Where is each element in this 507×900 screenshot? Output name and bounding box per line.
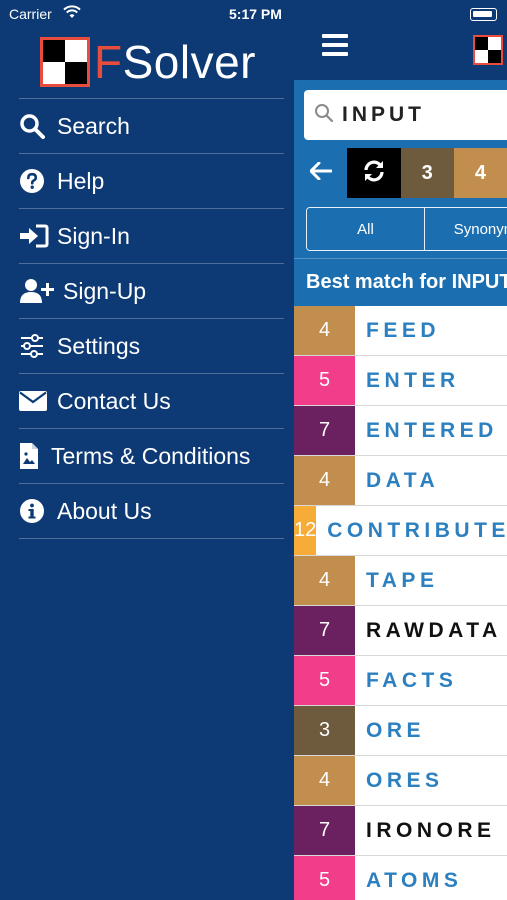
result-row[interactable]: 4 DATA — [294, 456, 507, 506]
hamburger-menu-icon[interactable] — [322, 34, 348, 56]
document-icon — [19, 442, 51, 470]
clock: 5:17 PM — [229, 6, 282, 22]
results-list: 4 FEED 5 ENTER 7 ENTERED 4 DATA 12 CONTRIBUTE 4 TAP… — [294, 306, 507, 900]
length-tab-4[interactable]: 4 — [453, 148, 507, 198]
letter-count-badge: 4 — [294, 556, 355, 605]
app-logo-icon — [473, 35, 503, 65]
letter-count-badge: 12 — [294, 506, 317, 555]
app-title-rest: Solver — [122, 36, 256, 88]
result-word: ENTERED — [366, 418, 498, 442]
help-circle-icon — [19, 168, 57, 194]
arrow-left-icon — [309, 161, 333, 185]
carrier-label: Carrier — [9, 6, 52, 22]
result-row[interactable]: 4 TAPE — [294, 556, 507, 606]
result-row[interactable]: 7 IRONORE — [294, 806, 507, 856]
result-word: DATA — [366, 468, 440, 492]
result-row[interactable]: 4 ORES — [294, 756, 507, 806]
result-row[interactable]: 5 ENTER — [294, 356, 507, 406]
result-word: IRONORE — [366, 818, 496, 842]
user-plus-icon — [19, 278, 63, 304]
search-icon — [19, 113, 57, 139]
refresh-button[interactable] — [347, 148, 401, 198]
battery-icon — [470, 8, 497, 21]
menu-item-sign-up[interactable]: Sign-Up — [19, 264, 284, 319]
menu-item-label: Search — [57, 112, 130, 139]
search-bar — [294, 80, 507, 148]
letter-count-badge: 4 — [294, 306, 355, 355]
result-row[interactable]: 5 ATOMS — [294, 856, 507, 900]
letter-count-badge: 7 — [294, 406, 355, 455]
letter-count-badge: 4 — [294, 756, 355, 805]
result-word: ORES — [366, 768, 444, 792]
filter-segmented-control: All Synonym — [306, 207, 507, 251]
menu-item-label: Help — [57, 167, 105, 194]
result-row[interactable]: 7 ENTERED — [294, 406, 507, 456]
result-word: RAWDATA — [366, 618, 502, 642]
letter-count-badge: 5 — [294, 356, 355, 405]
menu-item-settings[interactable]: Settings — [19, 319, 284, 374]
letter-count-badge: 7 — [294, 806, 355, 855]
filter-tab-synonym[interactable]: Synonym — [425, 208, 507, 250]
letter-count-badge: 4 — [294, 456, 355, 505]
app-logo-icon — [40, 37, 90, 87]
wifi-icon — [63, 5, 81, 22]
menu-item-label: Contact Us — [57, 387, 171, 414]
menu-item-label: Sign-In — [57, 222, 130, 249]
search-icon — [314, 103, 334, 128]
menu-item-search[interactable]: Search — [19, 99, 284, 154]
result-word: FEED — [366, 318, 441, 342]
length-filter-bar: 3 4 — [294, 148, 507, 198]
menu-item-sign-in[interactable]: Sign-In — [19, 209, 284, 264]
letter-count-badge: 7 — [294, 606, 355, 655]
result-row[interactable]: 3 ORE — [294, 706, 507, 756]
menu-item-terms[interactable]: Terms & Conditions — [19, 429, 284, 484]
envelope-icon — [19, 391, 57, 411]
nav-bar — [294, 0, 507, 80]
result-word: ENTER — [366, 368, 460, 392]
refresh-icon — [362, 160, 386, 187]
result-word: ATOMS — [366, 868, 463, 892]
result-row[interactable]: 5 FACTS — [294, 656, 507, 706]
menu-item-about-us[interactable]: About Us — [19, 484, 284, 539]
menu-item-contact-us[interactable]: Contact Us — [19, 374, 284, 429]
result-word: ORE — [366, 718, 426, 742]
menu-item-label: About Us — [57, 497, 152, 524]
filter-bar: All Synonym — [294, 198, 507, 258]
result-row[interactable]: 4 FEED — [294, 306, 507, 356]
app-title-first-letter: F — [94, 36, 123, 88]
drawer-menu: Search Help Sign-In Sign-Up Settings Con… — [19, 98, 284, 539]
menu-item-label: Sign-Up — [63, 277, 147, 304]
sliders-icon — [19, 334, 57, 358]
info-circle-icon — [19, 498, 57, 524]
letter-count-badge: 5 — [294, 656, 355, 705]
menu-item-label: Terms & Conditions — [51, 442, 251, 469]
result-word: TAPE — [366, 568, 439, 592]
length-tab-3[interactable]: 3 — [400, 148, 454, 198]
back-button[interactable] — [294, 148, 347, 198]
best-match-header: Best match for INPUT — [294, 258, 507, 306]
side-drawer: Carrier 5:17 PM FSolver Search Help Sign… — [0, 0, 294, 900]
result-word: CONTRIBUTE — [327, 518, 507, 542]
status-bar: Carrier 5:17 PM — [0, 0, 294, 28]
letter-count-badge: 5 — [294, 856, 355, 900]
menu-item-label: Settings — [57, 332, 141, 359]
result-row[interactable]: 12 CONTRIBUTE — [294, 506, 507, 556]
menu-item-help[interactable]: Help — [19, 154, 284, 209]
letter-count-badge: 3 — [294, 706, 355, 755]
sign-in-icon — [19, 224, 57, 248]
app-brand: FSolver — [0, 28, 294, 98]
main-panel[interactable]: 3 4 All Synonym Best match for INPUT 4 FE… — [294, 0, 507, 900]
filter-tab-all[interactable]: All — [307, 208, 425, 250]
result-word: FACTS — [366, 668, 458, 692]
search-box[interactable] — [304, 90, 507, 140]
search-input[interactable] — [342, 103, 507, 127]
result-row[interactable]: 7 RAWDATA — [294, 606, 507, 656]
app-title: FSolver — [94, 34, 256, 90]
